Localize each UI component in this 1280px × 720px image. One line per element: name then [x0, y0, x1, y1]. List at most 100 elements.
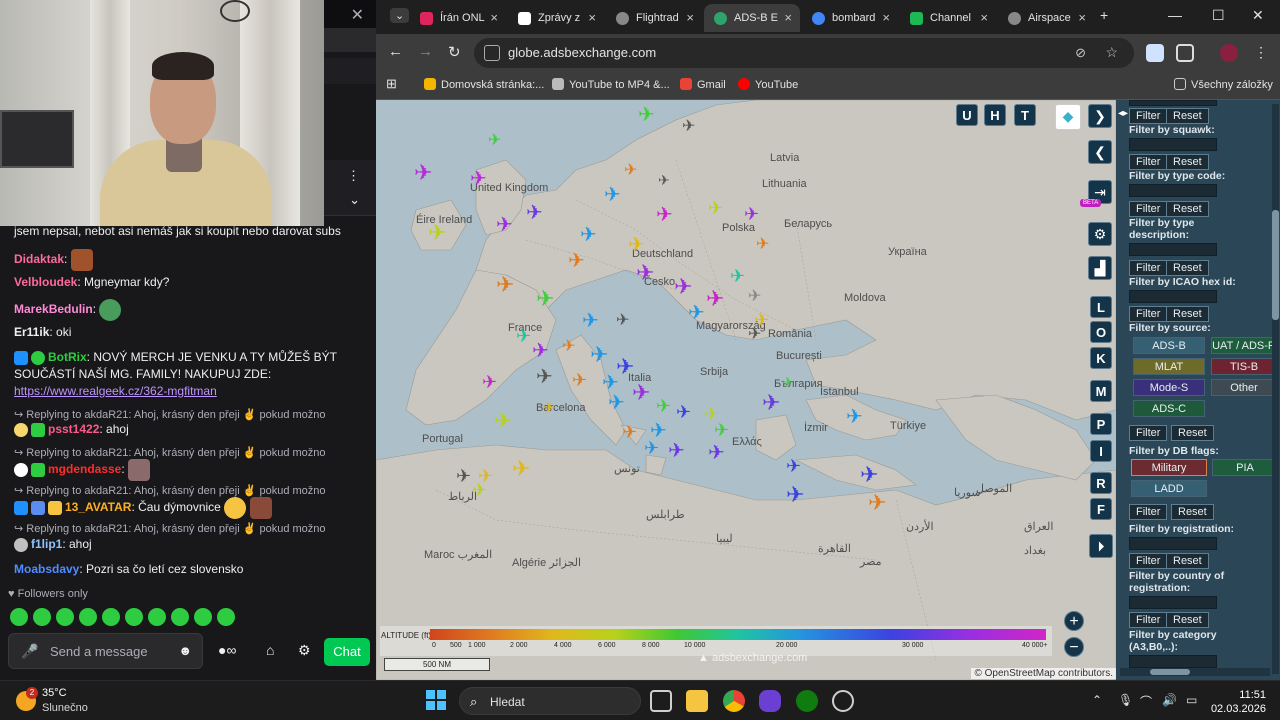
aircraft-icon[interactable]: ✈	[714, 420, 729, 441]
bookmark-domovska[interactable]: Domovská stránka:...	[424, 78, 544, 91]
tab-channel[interactable]: Channel ×	[900, 4, 996, 32]
toggle-u-button[interactable]: U	[956, 104, 978, 126]
labels-o-button[interactable]: O	[1090, 321, 1112, 343]
source-modes-toggle[interactable]: Mode-S	[1133, 379, 1205, 396]
aircraft-icon[interactable]: ✈	[638, 102, 655, 127]
source-other-toggle[interactable]: Other	[1211, 379, 1277, 396]
url-omnibox[interactable]: globe.adsbexchange.com ⊘ ☆	[474, 38, 1134, 68]
db-flag-ladd-toggle[interactable]: LADD	[1131, 480, 1207, 497]
bookmark-gmail[interactable]: Gmail	[680, 78, 726, 91]
labels-l-button[interactable]: L	[1090, 296, 1112, 318]
aircraft-icon[interactable]: ✈	[628, 232, 645, 257]
tab-flightradar[interactable]: Flightrad ×	[606, 4, 702, 32]
map-layers-button[interactable]: ◆	[1055, 104, 1081, 130]
weather-description[interactable]: Slunečno	[42, 702, 88, 714]
aircraft-icon[interactable]: ✈	[674, 274, 692, 300]
chat-username[interactable]: psst1422	[48, 422, 99, 436]
aircraft-icon[interactable]: ✈	[762, 390, 780, 416]
aircraft-icon[interactable]: ✈	[526, 200, 543, 225]
bookmark-star-icon[interactable]: ☆	[1105, 44, 1118, 61]
emote-icon[interactable]	[194, 608, 212, 626]
merch-link[interactable]: https://www.realgeek.cz/362-mgfitman	[14, 384, 217, 398]
close-window-icon[interactable]: ✕	[1252, 7, 1264, 24]
labels-k-button[interactable]: K	[1090, 347, 1112, 369]
aircraft-icon[interactable]: ✈	[582, 308, 599, 333]
aircraft-icon[interactable]: ✈	[536, 364, 553, 389]
sidebar-scrollbar[interactable]	[1272, 104, 1279, 674]
aircraft-icon[interactable]: ✈	[708, 440, 725, 465]
prev-arrow-button[interactable]: ❮	[1088, 140, 1112, 164]
db-flag-pia-toggle[interactable]: PIA	[1212, 459, 1278, 476]
aircraft-icon[interactable]: ✈	[456, 466, 471, 487]
filter-button[interactable]: Filter	[1129, 425, 1168, 441]
bookmark-youtube-mp4[interactable]: YouTube to MP4 &...	[552, 78, 670, 91]
aircraft-icon[interactable]: ✈	[590, 342, 608, 368]
aircraft-icon[interactable]: ✈	[536, 286, 554, 312]
extensions-puzzle-icon[interactable]	[1176, 44, 1194, 62]
replay-r-button[interactable]: R	[1090, 472, 1112, 494]
zoom-out-button[interactable]: −	[1064, 637, 1084, 657]
multi-select-m-button[interactable]: M	[1090, 380, 1112, 402]
aircraft-icon[interactable]: ✈	[860, 462, 878, 488]
tab-airspace[interactable]: Airspace ×	[998, 4, 1094, 32]
aircraft-icon[interactable]: ✈	[494, 408, 512, 434]
aircraft-icon[interactable]: ✈	[496, 272, 514, 298]
microphone-icon[interactable]: 🎙	[1118, 693, 1133, 707]
db-flag-military-toggle[interactable]: Military	[1131, 459, 1207, 476]
chevron-down-icon[interactable]: ⌄	[349, 192, 360, 208]
filter-button[interactable]: Filter	[1129, 553, 1168, 569]
forward-icon[interactable]: →	[418, 43, 433, 60]
store-icon[interactable]: ⌂	[266, 642, 274, 658]
file-explorer-icon[interactable]	[686, 690, 708, 712]
country-input[interactable]	[1129, 596, 1217, 609]
filter-button[interactable]: Filter	[1129, 612, 1168, 628]
aircraft-icon[interactable]: ✈	[756, 234, 769, 254]
aircraft-icon[interactable]: ✈	[658, 172, 670, 189]
tab-close-icon[interactable]: ×	[784, 4, 792, 32]
filter-button[interactable]: Filter	[1129, 504, 1168, 520]
registration-input[interactable]	[1129, 537, 1217, 550]
taskbar-clock[interactable]: 11:51 02.03.2026	[1211, 688, 1266, 716]
all-bookmarks[interactable]: Všechny záložky	[1174, 78, 1273, 91]
next-arrow-button[interactable]: ❯	[1088, 104, 1112, 128]
filter-button[interactable]: Filter	[1129, 154, 1168, 170]
minimize-icon[interactable]: —	[1168, 7, 1182, 23]
chat-username[interactable]: f1lip1	[31, 537, 62, 551]
chat-username[interactable]: mgdendasse	[48, 462, 121, 476]
zoom-in-button[interactable]: +	[1064, 611, 1084, 631]
extension-icon[interactable]	[1146, 44, 1164, 62]
aircraft-icon[interactable]: ✈	[428, 220, 446, 246]
icao-hex-input[interactable]	[1129, 290, 1217, 303]
source-tisb-toggle[interactable]: TIS-B	[1211, 358, 1277, 375]
points-icon[interactable]: ●∞	[218, 642, 236, 658]
chat-username[interactable]: BotRix	[48, 350, 87, 364]
reset-button[interactable]: Reset	[1166, 260, 1209, 276]
tab-iran[interactable]: Írán ONL ×	[410, 4, 506, 32]
tab-close-icon[interactable]: ×	[686, 4, 694, 32]
aircraft-icon[interactable]: ✈	[608, 390, 625, 415]
aircraft-icon[interactable]: ✈	[624, 160, 637, 180]
chat-username[interactable]: Moabsdavy	[14, 562, 79, 576]
steam-icon[interactable]	[832, 690, 854, 712]
toggle-t-button[interactable]: T	[1014, 104, 1036, 126]
aircraft-icon[interactable]: ✈	[616, 310, 629, 330]
reset-button[interactable]: Reset	[1171, 425, 1214, 441]
tab-close-icon[interactable]: ×	[588, 4, 596, 32]
more-options-icon[interactable]: ⋮	[347, 168, 360, 184]
aircraft-icon[interactable]: ✈	[708, 198, 723, 219]
emote-icon[interactable]	[33, 608, 51, 626]
horizontal-scrollbar-thumb[interactable]	[1150, 669, 1190, 675]
aircraft-icon[interactable]: ✈	[786, 482, 804, 508]
filter-button[interactable]: Filter	[1129, 260, 1168, 276]
aircraft-icon[interactable]: ✈	[512, 456, 530, 482]
collapse-sidebar-icon[interactable]: ◂▸	[1118, 108, 1128, 119]
reset-button[interactable]: Reset	[1166, 553, 1209, 569]
microphone-icon[interactable]: 🎤	[21, 643, 38, 660]
app-icon[interactable]	[759, 690, 781, 712]
tab-search-icon[interactable]: ⌄	[390, 8, 410, 23]
aircraft-icon[interactable]: ✈	[688, 300, 705, 325]
browser-menu-icon[interactable]: ⋮	[1252, 44, 1270, 62]
site-info-icon[interactable]	[484, 45, 500, 61]
xbox-icon[interactable]	[796, 690, 818, 712]
tracking-blocked-icon[interactable]: ⊘	[1075, 45, 1086, 61]
